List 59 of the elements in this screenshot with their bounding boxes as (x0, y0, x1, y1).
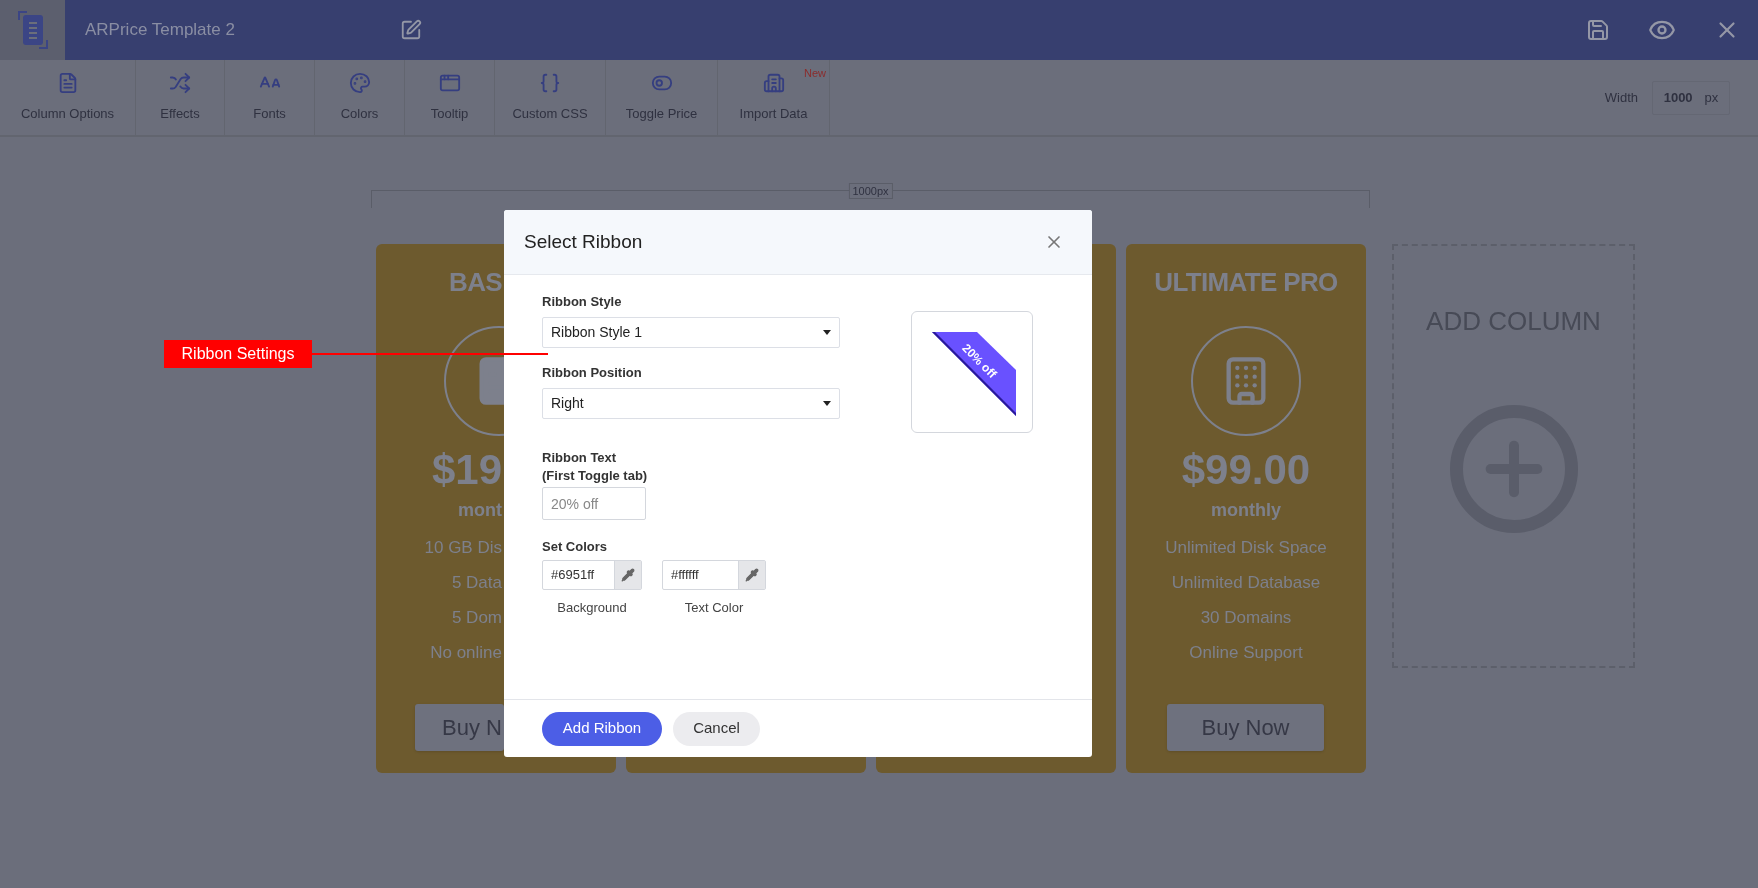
plan-feature: Online Support (1189, 642, 1303, 664)
plan-period: monthly (1211, 499, 1281, 522)
add-ribbon-button[interactable]: Add Ribbon (542, 711, 662, 746)
toolbar-button[interactable]: Column Options (0, 60, 136, 135)
field-label: Ribbon Style (542, 293, 623, 311)
plan-title: BAS (449, 266, 502, 298)
toolbar-button[interactable]: Effects (136, 60, 225, 135)
select-field[interactable]: Right (542, 388, 840, 419)
new-label: New (804, 66, 826, 81)
field-label: Ribbon Position (542, 364, 643, 382)
plan-feature: No online (430, 642, 502, 664)
edit-icon[interactable] (399, 19, 422, 41)
eyedropper-icon (621, 568, 635, 582)
eyedropper-icon (745, 568, 759, 582)
buy-button[interactable]: Buy N (415, 704, 504, 751)
toolbar-button[interactable]: Tooltip (405, 60, 495, 135)
toolbar-button[interactable]: Fonts (225, 60, 315, 135)
template-title: ARPrice Template 2 (85, 19, 235, 42)
shuffle-icon (169, 71, 191, 94)
plan-icon (1191, 326, 1301, 436)
toolbar-button[interactable]: Colors (315, 60, 405, 135)
braces-icon (539, 71, 561, 94)
caret-icon (823, 401, 831, 406)
plan-price: $99.00 (1181, 446, 1311, 494)
save-icon[interactable] (1586, 18, 1610, 42)
select-field[interactable]: Ribbon Style 1 (542, 317, 840, 348)
building-icon (762, 71, 785, 94)
logo-icon (16, 10, 49, 50)
text-field[interactable]: 20% off (542, 487, 646, 520)
plan-feature: 5 Data (451, 572, 502, 594)
caret-icon (823, 330, 831, 335)
width-label: Width (1604, 88, 1638, 107)
plan-feature: 5 Dom (451, 607, 502, 629)
color-caption: Text Color (684, 599, 744, 617)
eyedropper-button[interactable] (614, 561, 641, 589)
field-sublabel: (First Toggle tab) (542, 467, 649, 485)
colors-label: Set Colors (542, 538, 608, 556)
callout-label: Ribbon Settings (164, 340, 312, 368)
toolbar-button[interactable]: Toggle Price (606, 60, 718, 135)
plan-feature: 10 GB Dis (424, 537, 502, 559)
plan-feature: Unlimited Disk Space (1165, 537, 1327, 559)
cancel-button[interactable]: Cancel (673, 711, 760, 746)
plan-price: $19 (431, 446, 502, 494)
color-field[interactable]: #6951ff (542, 560, 642, 590)
plan-feature: Unlimited Database (1171, 572, 1321, 594)
plan-feature: 30 Domains (1200, 607, 1292, 629)
width-field[interactable]: 1000 px (1652, 80, 1730, 115)
plan-period: mont (458, 499, 502, 522)
toolbar-button[interactable]: Custom CSS (495, 60, 606, 135)
color-caption: Background (557, 599, 627, 617)
dialog-title: Select Ribbon (524, 229, 643, 254)
plan-title: ULTIMATE PRO (1154, 266, 1338, 298)
unit-label: px (1704, 88, 1719, 107)
field-label: Ribbon Text (542, 449, 618, 467)
color-field[interactable]: #ffffff (662, 560, 766, 590)
eyedropper-button[interactable] (738, 561, 765, 589)
buy-button[interactable]: Buy Now (1167, 704, 1324, 751)
palette-icon (348, 71, 371, 94)
ruler-label: 1000px (848, 183, 893, 199)
